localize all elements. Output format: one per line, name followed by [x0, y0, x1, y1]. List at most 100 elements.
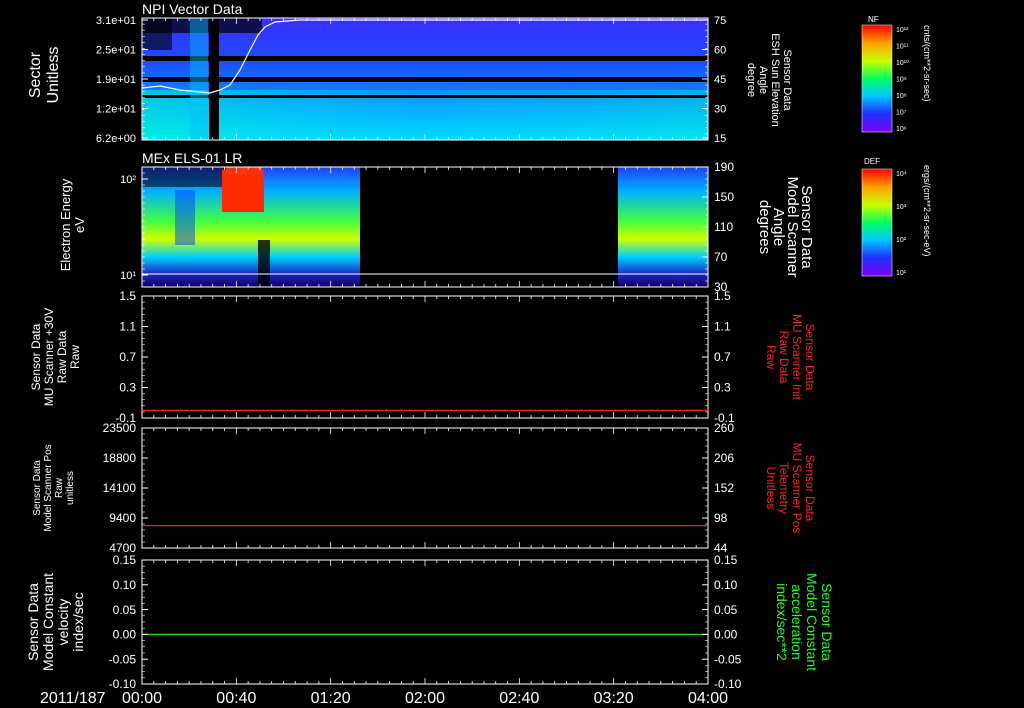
panel4-left-label-3: Raw — [54, 477, 65, 498]
panel3-right-tick-label: 0.7 — [714, 350, 731, 364]
panel2-right-label-4: degrees — [756, 200, 773, 254]
panel4-right-tick-label: 98 — [714, 511, 728, 525]
panel5-left-tick-label: 0.15 — [113, 553, 137, 567]
panel1-right-tick-label: 30 — [714, 103, 726, 115]
panel4-right-tick-label: 152 — [714, 481, 734, 495]
colorbar-nf-tick-label: 10⁸ — [896, 93, 907, 100]
els-high-flux-region — [222, 170, 264, 212]
panel3-left-axis: 1.51.10.70.3-0.1 — [115, 289, 148, 425]
panel5-left-tick-label: -0.05 — [109, 652, 137, 666]
panel3-left-label: Sensor Data MU Scanner +30V Raw Data Raw — [29, 308, 82, 406]
colorbar-nf-tick-label: 10¹¹ — [896, 44, 909, 51]
panel3-right-label-2: MU Scanner Init — [790, 314, 804, 401]
panel1-right-label-2: ESH Sun Elevation — [769, 33, 781, 127]
panel-model-constant: 0.150.100.050.00-0.05-0.10 0.150.100.050… — [25, 553, 835, 691]
panel1-left-tick-label: 2.5e+01 — [96, 44, 136, 56]
panel4-right-label-1: Sensor Data — [803, 455, 817, 522]
panel1-left-label-2: Unitless — [45, 47, 62, 104]
panel3-left-label-3: Raw Data — [55, 330, 69, 383]
panel3-right-axis: 1.51.10.70.3-0.1 — [702, 289, 735, 425]
panel-mex-els: MEx ELS-01 LR 10²10¹ 1901501107030 Elect… — [58, 150, 815, 294]
panel3-right-tick-label: 0.3 — [714, 381, 731, 395]
panel1-right-tick-label: 15 — [714, 133, 726, 145]
panel4-right-label-3: Telemetry — [777, 462, 791, 514]
panel3-right-label: Sensor Data MU Scanner Init Raw Data Raw — [764, 314, 817, 401]
panel3-left-tick-label: 1.5 — [119, 289, 136, 303]
panel2-right-tick-label: 110 — [714, 220, 733, 234]
panel5-right-label-4: index/sec**2 — [774, 583, 790, 661]
panel4-left-axis: 23500188001410094004700 — [103, 421, 148, 555]
panel1-right-tick-label: 60 — [714, 44, 726, 56]
panel2-right-tick-label: 150 — [714, 190, 734, 204]
colorbar-nf-tick-label: 10¹⁰ — [896, 59, 909, 67]
panel5-left-label: Sensor Data Model Constant velocity inde… — [25, 573, 86, 671]
time-tick-label: 02:40 — [499, 690, 539, 707]
colorbar-nf-tick-label: 10⁷ — [896, 110, 907, 117]
panel1-left-tick-label: 1.9e+01 — [96, 74, 136, 86]
panel4-left-tick-label: 23500 — [103, 421, 137, 435]
colorbar-def: DEF 10⁴ 10³ 10² 10¹ ergs/(cm**2-sr-sec-eV) — [861, 157, 932, 277]
date-label: 2011/187 — [40, 690, 106, 707]
panel1-right-tick-label: 75 — [714, 15, 726, 27]
panel5-left-tick-label: 0.10 — [113, 578, 137, 592]
time-tick-label: 02:00 — [405, 690, 445, 707]
colorbar-def-gradient — [861, 168, 893, 277]
panel5-left-tick-label: 0.00 — [113, 628, 137, 642]
colorbar-def-unit: ergs/(cm**2-sr-sec-eV) — [922, 165, 932, 257]
panel4-right-label-2: MU Scanner Pos — [790, 443, 804, 534]
panel4-right-tick-label: 206 — [714, 451, 734, 465]
colorbar-def-tick-label: 10¹ — [896, 270, 907, 277]
panel5-left-label-1: Sensor Data — [25, 583, 41, 661]
panel5-left-label-2: Model Constant — [40, 573, 56, 671]
colorbar-nf-tick-label: 10⁶ — [896, 126, 907, 133]
colorbar-nf-tick-label: 10¹² — [896, 27, 909, 34]
panel2-left-label-2: eV — [72, 217, 87, 233]
panel3-frame — [141, 295, 709, 419]
panel5-right-label-3: acceleration — [789, 584, 805, 660]
panel5-right-tick-label: -0.05 — [714, 652, 742, 666]
panel2-left-tick-label: 10¹ — [120, 270, 136, 282]
spectrogram-els-right — [618, 167, 708, 287]
panel2-left-label-1: Electron Energy — [58, 178, 73, 271]
colorbar-def-tick-label: 10³ — [896, 204, 907, 211]
panel4-right-tick-label: 260 — [714, 421, 734, 435]
panel3-left-label-1: Sensor Data — [29, 323, 43, 390]
panel3-left-tick-label: 0.3 — [119, 381, 136, 395]
panel3-right-tick-label: 1.1 — [714, 320, 731, 334]
panel4-right-label-4: Unitless — [764, 467, 778, 510]
plot-canvas: NPI Vector Data 3.1e+01 2.5e+01 1.9e+01 1.2… — [25, 1, 932, 707]
colorbar-nf: NF 10¹² 10¹¹ 10¹⁰ 10⁹ 10⁸ 10⁷ 10⁶ cnts/(cm**2-… — [861, 15, 932, 133]
panel4-left-label: Sensor Data Model Scanner Pos Raw unitle… — [32, 444, 76, 531]
panel4-left-label-4: unitless — [65, 471, 76, 505]
colorbar-def-tick-label: 10⁴ — [896, 171, 907, 178]
panel4-right-axis: 2602061529844 — [702, 421, 734, 555]
panel-mu-scanner-raw: 1.51.10.70.3-0.1 1.51.10.70.3-0.1 Sensor… — [29, 289, 817, 425]
panel3-left-tick-label: 0.7 — [119, 350, 136, 364]
panel4-left-tick-label: 9400 — [109, 511, 136, 525]
colorbar-nf-gradient — [861, 24, 893, 133]
panel1-right-label-3: Angle — [757, 66, 769, 94]
panel5-right-tick-label: 0.15 — [714, 553, 738, 567]
panel1-right-label-1: Sensor Data — [781, 49, 793, 111]
panel5-left-label-3: velocity — [55, 599, 71, 646]
panel2-left-tick-label: 10² — [120, 174, 136, 186]
panel5-right-label-1: Sensor Data — [819, 583, 835, 661]
panel1-left-tick-label: 6.2e+00 — [96, 133, 136, 145]
panel3-right-label-1: Sensor Data — [803, 324, 817, 391]
time-tick-label: 03:20 — [594, 690, 634, 707]
panel4-left-label-2: Model Scanner Pos — [43, 444, 54, 531]
panel3-right-tick-label: 1.5 — [714, 289, 731, 303]
colorbar-nf-tick-label: 10⁹ — [896, 77, 907, 84]
panel4-left-tick-label: 18800 — [103, 451, 137, 465]
colorbar-nf-title: NF — [868, 15, 879, 24]
panel1-left-tick-label: 3.1e+01 — [96, 15, 136, 27]
panel1-right-tick-label: 45 — [714, 74, 726, 86]
data-gap-bar — [209, 18, 219, 140]
time-tick-label: 01:20 — [311, 690, 351, 707]
panel5-right-tick-label: 0.10 — [714, 578, 738, 592]
panel1-right-label: Sensor Data ESH Sun Elevation Angle degr… — [745, 33, 793, 127]
panel3-left-label-4: Raw — [68, 345, 82, 369]
panel1-left-label-1: Sector — [27, 51, 44, 98]
panel5-right-label: Sensor Data Model Constant acceleration … — [774, 573, 835, 671]
panel3-right-label-4: Raw — [764, 345, 778, 369]
